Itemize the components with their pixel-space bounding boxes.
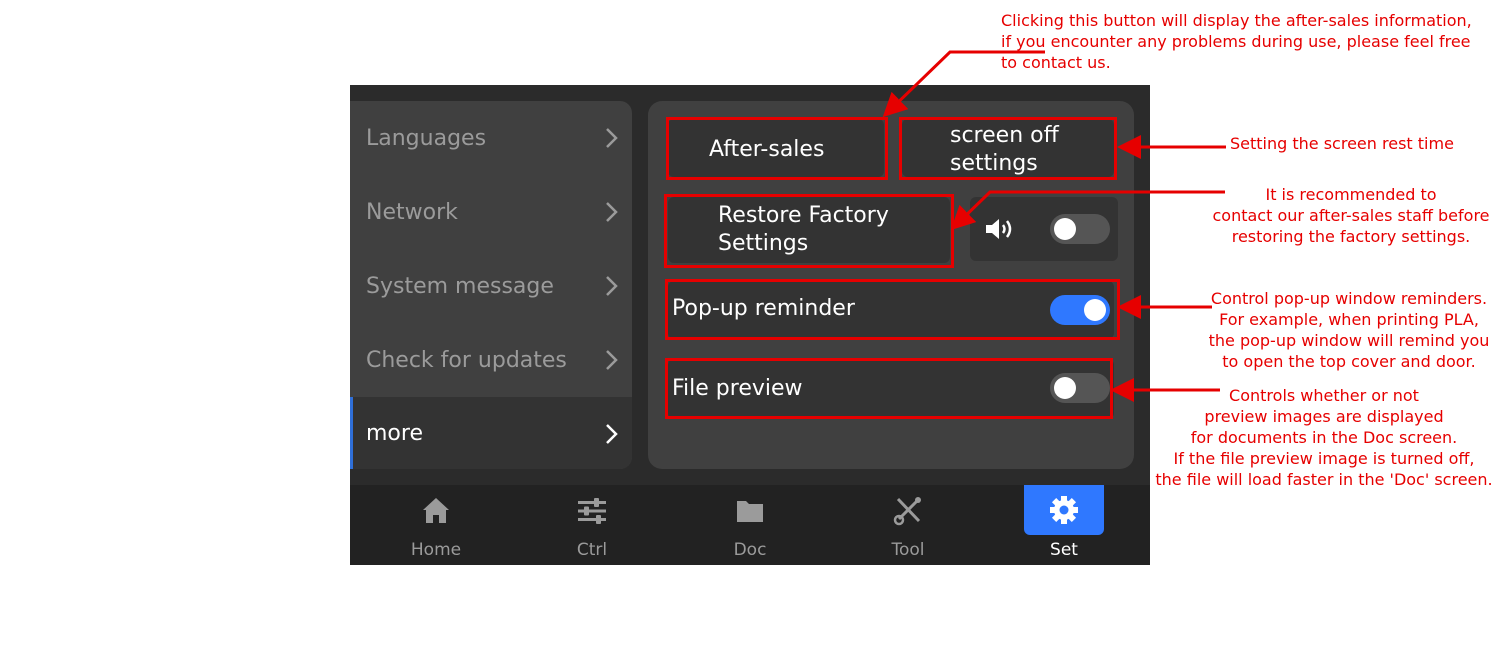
note-line: contact our after-sales staff before <box>1212 206 1490 225</box>
note-line: For example, when printing PLA, <box>1219 310 1479 329</box>
note-line: Control pop-up window reminders. <box>1210 289 1488 308</box>
note-line: the file will load faster in the 'Doc' s… <box>1155 470 1493 489</box>
note-line: Clicking this button will display the af… <box>1001 11 1472 30</box>
note-preview: Controls whether or not preview images a… <box>1150 385 1498 490</box>
note-line: It is recommended to <box>1265 185 1437 204</box>
note-line: preview images are displayed <box>1204 407 1444 426</box>
note-line: Controls whether or not <box>1229 386 1419 405</box>
note-line: to open the top cover and door. <box>1222 352 1476 371</box>
note-screen-off: Setting the screen rest time <box>1230 133 1454 154</box>
note-line: the pop-up window will remind you <box>1208 331 1490 350</box>
note-restore: It is recommended to contact our after-s… <box>1205 184 1497 247</box>
note-line: Setting the screen rest time <box>1230 134 1454 153</box>
note-line: restoring the factory settings. <box>1231 227 1471 246</box>
note-line: if you encounter any problems during use… <box>1001 32 1471 51</box>
note-line: for documents in the Doc screen. <box>1190 428 1458 447</box>
note-after-sales: Clicking this button will display the af… <box>1001 10 1472 73</box>
note-line: to contact us. <box>1001 53 1111 72</box>
note-line: If the file preview image is turned off, <box>1173 449 1475 468</box>
note-popup: Control pop-up window reminders. For exa… <box>1198 288 1500 372</box>
